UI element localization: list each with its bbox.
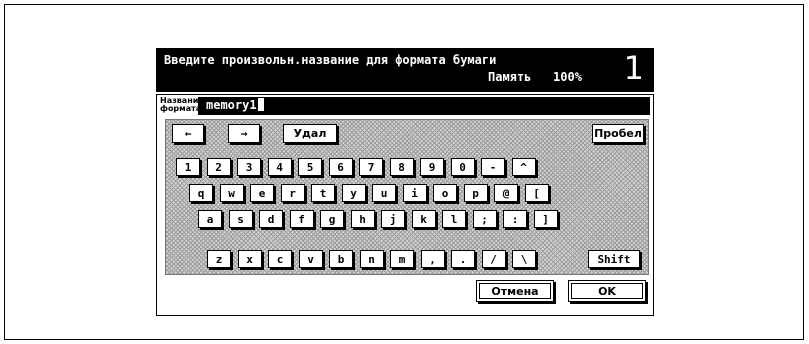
key-1-6[interactable]: 6	[328, 158, 353, 176]
delete-button[interactable]: Удал	[283, 124, 337, 143]
key-4-5[interactable]: b	[329, 250, 353, 268]
key-3-4[interactable]: f	[289, 210, 314, 228]
left-arrow-icon: ←	[184, 127, 192, 140]
key-2-8[interactable]: i	[402, 184, 427, 202]
key-2-4[interactable]: r	[280, 184, 305, 202]
memory-label: Память	[488, 70, 532, 84]
cursor-left-button[interactable]: ←	[172, 124, 204, 143]
cancel-button-label: Отмена	[479, 283, 551, 299]
key-2-9[interactable]: o	[433, 184, 457, 202]
key-1-10[interactable]: 0	[450, 158, 475, 176]
key-3-3[interactable]: d	[259, 210, 283, 228]
name-input-text: memory1	[206, 98, 257, 112]
key-1-4[interactable]: 4	[267, 158, 292, 176]
key-2-10[interactable]: p	[463, 184, 488, 202]
key-2-5[interactable]: t	[311, 184, 335, 202]
shift-key[interactable]: Shift	[588, 250, 640, 268]
key-4-4[interactable]: v	[298, 250, 323, 268]
key-4-3[interactable]: c	[268, 250, 292, 268]
cursor-right-button[interactable]: →	[228, 124, 260, 143]
page-number: 1	[623, 49, 644, 87]
text-cursor	[257, 98, 264, 111]
key-1-9[interactable]: 9	[420, 158, 444, 176]
key-4-8[interactable]: ,	[420, 250, 445, 268]
ok-button-label: OK	[571, 283, 643, 299]
key-2-7[interactable]: u	[372, 184, 396, 202]
space-button[interactable]: Пробел	[592, 124, 644, 143]
key-1-12[interactable]: ^	[511, 158, 536, 176]
memory-status: Память 100%	[488, 70, 582, 84]
key-4-11[interactable]: \	[512, 250, 536, 268]
key-3-8[interactable]: k	[411, 210, 436, 228]
cancel-button[interactable]: Отмена	[476, 280, 554, 302]
key-1-1[interactable]: 1	[176, 158, 200, 176]
key-4-1[interactable]: z	[207, 250, 231, 268]
key-4-6[interactable]: n	[359, 250, 384, 268]
key-4-10[interactable]: /	[481, 250, 506, 268]
key-1-11[interactable]: -	[481, 158, 505, 176]
key-3-7[interactable]: j	[381, 210, 405, 228]
key-1-8[interactable]: 8	[389, 158, 414, 176]
right-arrow-icon: →	[240, 127, 248, 140]
key-2-2[interactable]: w	[219, 184, 244, 202]
key-3-6[interactable]: h	[350, 210, 375, 228]
key-1-3[interactable]: 3	[237, 158, 261, 176]
key-1-7[interactable]: 7	[359, 158, 383, 176]
key-3-12[interactable]: ]	[533, 210, 558, 228]
name-input-value: memory1	[206, 98, 264, 112]
memory-value: 100%	[553, 70, 582, 84]
ok-button[interactable]: OK	[568, 280, 646, 302]
key-4-7[interactable]: m	[390, 250, 414, 268]
key-4-9[interactable]: .	[451, 250, 475, 268]
key-2-12[interactable]: [	[524, 184, 549, 202]
key-4-2[interactable]: x	[237, 250, 262, 268]
key-2-11[interactable]: @	[494, 184, 518, 202]
dialog-title: Введите произвольн.название для формата …	[164, 53, 497, 67]
key-2-3[interactable]: e	[250, 184, 274, 202]
key-3-2[interactable]: s	[228, 210, 253, 228]
name-input[interactable]: memory1	[198, 97, 650, 115]
key-1-5[interactable]: 5	[298, 158, 322, 176]
key-3-1[interactable]: a	[198, 210, 222, 228]
key-3-11[interactable]: :	[503, 210, 527, 228]
key-3-9[interactable]: l	[442, 210, 466, 228]
key-3-10[interactable]: ;	[472, 210, 497, 228]
dialog-header: Введите произвольн.название для формата …	[156, 48, 654, 92]
key-1-2[interactable]: 2	[206, 158, 231, 176]
key-2-1[interactable]: q	[189, 184, 213, 202]
key-3-5[interactable]: g	[320, 210, 344, 228]
key-2-6[interactable]: y	[341, 184, 366, 202]
